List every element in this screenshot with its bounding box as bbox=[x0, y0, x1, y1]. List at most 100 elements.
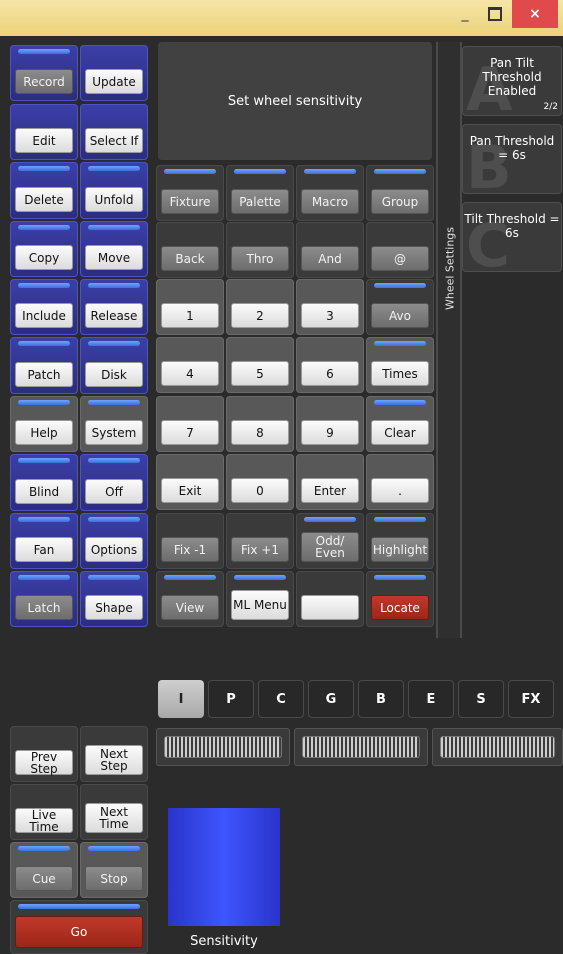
options-cell: Options bbox=[80, 513, 148, 569]
key-3-button[interactable]: 3 bbox=[301, 303, 359, 328]
tab-i[interactable]: I bbox=[158, 680, 204, 718]
unfold-button[interactable]: Unfold bbox=[85, 187, 143, 212]
tab-s[interactable]: S bbox=[458, 680, 504, 718]
key-avo-cell: Avo bbox=[366, 279, 434, 335]
key-4-cell: 4 bbox=[156, 337, 224, 393]
disk-button[interactable]: Disk bbox=[85, 362, 143, 387]
key-times-button[interactable]: Times bbox=[371, 361, 429, 386]
cue-button[interactable]: Cue bbox=[15, 866, 73, 891]
key-fixture-cell: Fixture bbox=[156, 165, 224, 221]
key-4-button[interactable]: 4 bbox=[161, 361, 219, 386]
tab-e[interactable]: E bbox=[408, 680, 454, 718]
key-locate-button[interactable]: Locate bbox=[371, 595, 429, 620]
key-0-button[interactable]: 0 bbox=[231, 478, 289, 503]
key-odd-even-button[interactable]: Odd/ Even bbox=[301, 532, 359, 562]
key-fix-1-button[interactable]: Fix +1 bbox=[231, 537, 289, 562]
key-blank-button[interactable] bbox=[301, 595, 359, 620]
system-button[interactable]: System bbox=[85, 420, 143, 445]
key-ml-menu-button[interactable]: ML Menu bbox=[231, 590, 289, 620]
delete-button[interactable]: Delete bbox=[15, 187, 73, 212]
status-indicator bbox=[18, 49, 70, 54]
stop-cell: Stop bbox=[80, 842, 148, 898]
key-highlight-button[interactable]: Highlight bbox=[371, 537, 429, 562]
status-indicator bbox=[374, 517, 426, 522]
key-fix-1-cell: Fix +1 bbox=[226, 513, 294, 569]
key-blank-button[interactable]: @ bbox=[371, 246, 429, 271]
edit-button[interactable]: Edit bbox=[15, 128, 73, 153]
close-button[interactable]: × bbox=[512, 0, 558, 28]
key-macro-button[interactable]: Macro bbox=[301, 189, 359, 214]
tab-b[interactable]: B bbox=[358, 680, 404, 718]
options-button[interactable]: Options bbox=[85, 537, 143, 562]
include-button[interactable]: Include bbox=[15, 303, 73, 328]
key-times-cell: Times bbox=[366, 337, 434, 393]
key-7-button[interactable]: 7 bbox=[161, 420, 219, 445]
prev-step-cell: Prev Step bbox=[10, 726, 78, 782]
status-indicator bbox=[374, 341, 426, 346]
prev-step-button[interactable]: Prev Step bbox=[15, 750, 73, 775]
encoder-wheel-2[interactable] bbox=[294, 728, 428, 766]
softkey-text: Pan Tilt Threshold Enabled bbox=[482, 56, 542, 98]
key-fixture-button[interactable]: Fixture bbox=[161, 189, 219, 214]
status-indicator bbox=[374, 169, 426, 174]
status-indicator bbox=[304, 169, 356, 174]
minimize-button[interactable]: _ bbox=[452, 0, 478, 28]
key-5-button[interactable]: 5 bbox=[231, 361, 289, 386]
softkey-page: 2/2 bbox=[543, 102, 558, 112]
key-fix-1-button[interactable]: Fix -1 bbox=[161, 537, 219, 562]
next-time-button[interactable]: Next Time bbox=[85, 803, 143, 833]
include-cell: Include bbox=[10, 279, 78, 335]
release-button[interactable]: Release bbox=[85, 303, 143, 328]
record-button[interactable]: Record bbox=[15, 69, 73, 94]
off-button[interactable]: Off bbox=[85, 479, 143, 504]
key-6-button[interactable]: 6 bbox=[301, 361, 359, 386]
copy-button[interactable]: Copy bbox=[15, 245, 73, 270]
key-enter-button[interactable]: Enter bbox=[301, 478, 359, 503]
latch-button[interactable]: Latch bbox=[15, 595, 73, 620]
wheel-settings-label: Wheel Settings bbox=[443, 226, 457, 311]
key-and-cell: And bbox=[296, 222, 364, 278]
move-button[interactable]: Move bbox=[85, 245, 143, 270]
key-avo-button[interactable]: Avo bbox=[371, 303, 429, 328]
tab-p[interactable]: P bbox=[208, 680, 254, 718]
key-exit-button[interactable]: Exit bbox=[161, 478, 219, 503]
blind-button[interactable]: Blind bbox=[15, 479, 73, 504]
key-view-button[interactable]: View bbox=[161, 595, 219, 620]
key-and-button[interactable]: And bbox=[301, 246, 359, 271]
sensitivity-fader[interactable] bbox=[168, 808, 280, 926]
key-palette-button[interactable]: Palette bbox=[231, 189, 289, 214]
live-time-button[interactable]: Live Time bbox=[15, 808, 73, 833]
key-8-button[interactable]: 8 bbox=[231, 420, 289, 445]
select-if-button[interactable]: Select If bbox=[85, 128, 143, 153]
sensitivity-label: Sensitivity bbox=[190, 934, 258, 949]
maximize-button[interactable] bbox=[482, 0, 508, 28]
patch-button[interactable]: Patch bbox=[15, 362, 73, 387]
shape-button[interactable]: Shape bbox=[85, 595, 143, 620]
tab-fx[interactable]: FX bbox=[508, 680, 554, 718]
softkey-c[interactable]: C Tilt Threshold = 6s bbox=[462, 202, 562, 272]
stop-button[interactable]: Stop bbox=[85, 866, 143, 891]
key-clear-button[interactable]: Clear bbox=[371, 420, 429, 445]
softkey-b[interactable]: B Pan Threshold = 6s bbox=[462, 124, 562, 194]
key-group-button[interactable]: Group bbox=[371, 189, 429, 214]
update-button[interactable]: Update bbox=[85, 69, 143, 94]
go-button[interactable]: Go bbox=[15, 916, 143, 948]
key-2-button[interactable]: 2 bbox=[231, 303, 289, 328]
key-9-button[interactable]: 9 bbox=[301, 420, 359, 445]
encoder-wheel-1[interactable] bbox=[156, 728, 290, 766]
status-indicator bbox=[18, 846, 70, 851]
help-button[interactable]: Help bbox=[15, 420, 73, 445]
fan-button[interactable]: Fan bbox=[15, 537, 73, 562]
next-step-button[interactable]: Next Step bbox=[85, 745, 143, 775]
prompt-display: Set wheel sensitivity bbox=[158, 42, 432, 160]
tab-c[interactable]: C bbox=[258, 680, 304, 718]
key-blank-cell bbox=[296, 571, 364, 627]
key-1-button[interactable]: 1 bbox=[161, 303, 219, 328]
key-thro-button[interactable]: Thro bbox=[231, 246, 289, 271]
tab-g[interactable]: G bbox=[308, 680, 354, 718]
softkey-a[interactable]: A Pan Tilt Threshold Enabled 2/2 bbox=[462, 46, 562, 116]
key-blank-button[interactable]: . bbox=[371, 478, 429, 503]
encoder-wheel-3[interactable] bbox=[432, 728, 563, 766]
wheel-settings-strip: Wheel Settings bbox=[436, 42, 462, 638]
key-back-button[interactable]: Back bbox=[161, 246, 219, 271]
